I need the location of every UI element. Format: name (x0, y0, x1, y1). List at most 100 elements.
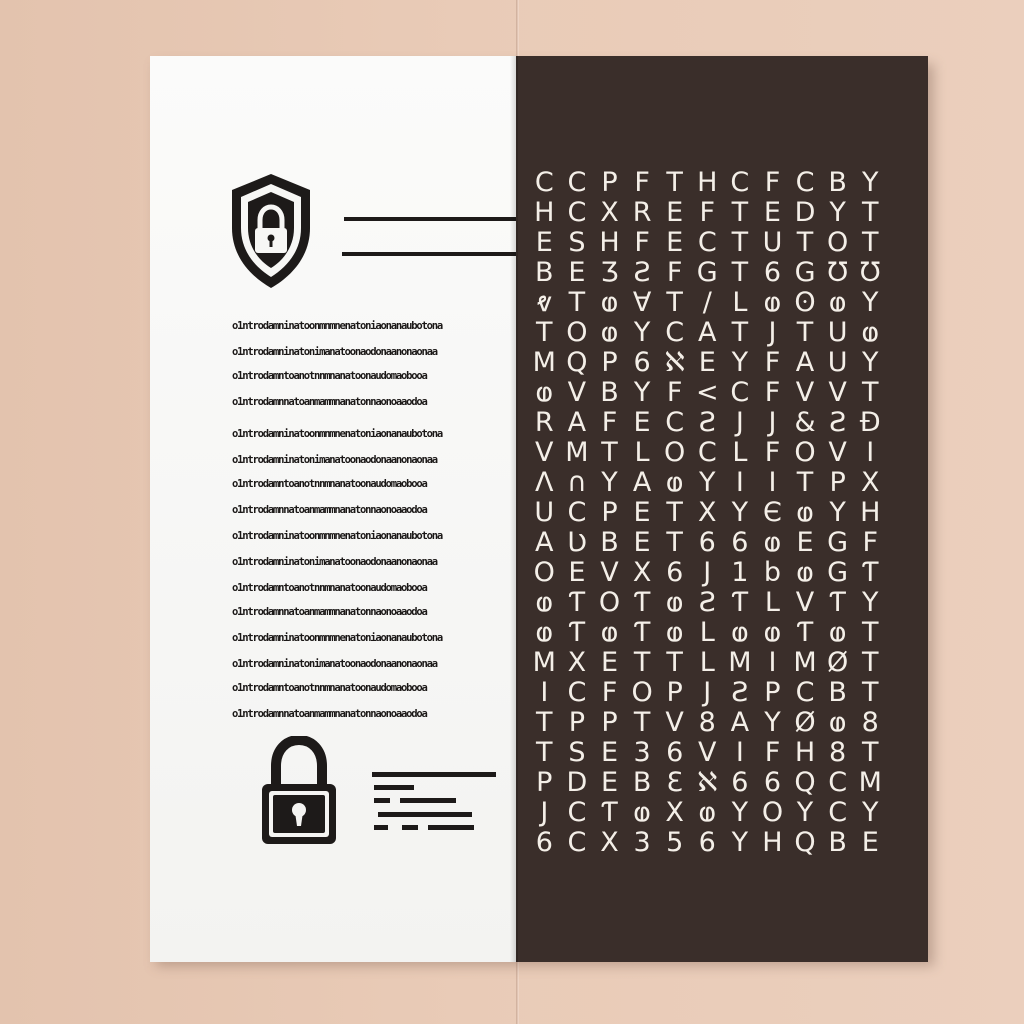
cipher-glyph: T (731, 318, 749, 348)
cipher-glyph: Y (861, 348, 879, 378)
cipher-glyph: M (728, 648, 752, 678)
cipher-glyph: R (632, 198, 652, 228)
cipher-glyph: 8 (698, 708, 716, 738)
cipher-glyph: Ƨ (731, 678, 749, 708)
cipher-glyph: 1 (731, 558, 749, 588)
cipher-glyph: B (600, 378, 619, 408)
cipher-glyph: ⱷ (763, 528, 782, 558)
redacted-fragment-6 (374, 825, 388, 830)
cipher-glyph: M (565, 438, 589, 468)
cipher-glyph: M (532, 648, 556, 678)
cipher-glyph: ⱷ (763, 288, 782, 318)
cipher-glyph: E (633, 498, 651, 528)
cipher-glyph: Q (794, 828, 816, 858)
cipher-glyph: Ʊ (827, 258, 848, 288)
cipher-glyph: Y (829, 498, 846, 528)
cipher-glyph: V (600, 558, 619, 588)
cipher-glyph: H (534, 198, 555, 228)
cipher-glyph: P (601, 708, 618, 738)
cipher-glyph: T (861, 618, 879, 648)
cipher-glyph: X (665, 798, 684, 828)
cipher-glyph: Ʌ (535, 468, 554, 498)
cipher-glyph: Ƨ (829, 408, 847, 438)
text-line: o1ntrodamninatoonmnmnenatoniaonanauboton… (232, 530, 443, 542)
cipher-glyph: V (567, 378, 587, 408)
cipher-glyph: C (567, 828, 587, 858)
cipher-glyph: Ƭ (731, 588, 749, 618)
cipher-glyph: C (697, 438, 717, 468)
cipher-glyph: 6 (763, 768, 782, 798)
cipher-glyph: C (730, 378, 750, 408)
cipher-glyph: T (633, 708, 651, 738)
cipher-glyph: Ƭ (829, 588, 846, 618)
cipher-glyph: T (666, 528, 683, 558)
redacted-fragment-1 (372, 772, 496, 777)
cipher-glyph: 8 (829, 738, 847, 768)
cipher-glyph: A (730, 708, 750, 738)
cipher-glyph: F (764, 438, 781, 468)
cipher-glyph: 3 (633, 738, 651, 768)
cipher-glyph: ⱴ (536, 288, 553, 318)
cipher-glyph: J (703, 558, 712, 588)
cipher-glyph: T (536, 708, 553, 738)
cipher-glyph: T (536, 318, 553, 348)
cipher-glyph: ⱷ (665, 468, 684, 498)
cipher-glyph: F (764, 168, 781, 198)
cipher-glyph: S (568, 228, 586, 258)
redacted-fragment-2 (374, 785, 414, 790)
cipher-glyph: J (703, 678, 712, 708)
cipher-glyph: P (666, 678, 683, 708)
cipher-glyph: S (568, 738, 586, 768)
text-line: o1ntrodamntoanotnnmnanatoonaudomaobooa (232, 682, 428, 694)
cipher-glyph: C (567, 168, 587, 198)
cipher-glyph: D (794, 198, 816, 228)
text-line: o1ntrodamntoanotnnmnanatoonaudomaobooa (232, 582, 428, 594)
cipher-glyph: U (534, 498, 555, 528)
cipher-glyph: Y (601, 468, 618, 498)
cipher-glyph: E (666, 198, 684, 228)
cipher-glyph: ℵ (697, 768, 718, 798)
cipher-glyph: B (632, 768, 652, 798)
redacted-fragment-5 (378, 812, 472, 817)
cipher-glyph: Ʊ (859, 258, 881, 288)
cipher-glyph: I (735, 738, 744, 768)
cipher-glyph: Ƨ (698, 588, 716, 618)
cipher-glyph: P (601, 348, 618, 378)
cipher-glyph: b (763, 558, 782, 588)
cipher-glyph: C (828, 768, 848, 798)
cipher-glyph: Ð (859, 408, 881, 438)
cipher-glyph: M (793, 648, 817, 678)
cipher-glyph: H (599, 228, 620, 258)
cipher-glyph: Ʒ (600, 258, 619, 288)
cipher-glyph: A (632, 468, 652, 498)
text-line: o1ntrodamninatoonmnmnenatoniaonanauboton… (232, 632, 443, 644)
cipher-glyph: V (698, 738, 717, 768)
cipher-glyph: 6 (698, 828, 716, 858)
cipher-glyph: 3 (633, 828, 651, 858)
cipher-glyph: E (763, 198, 781, 228)
cipher-glyph: P (829, 468, 846, 498)
cipher-glyph: < (695, 378, 719, 408)
cipher-glyph: Y (633, 318, 651, 348)
cipher-glyph: V (535, 438, 554, 468)
cipher-glyph: A (535, 528, 554, 558)
cipher-glyph: E (633, 528, 651, 558)
cipher-glyph: B (600, 528, 619, 558)
cipher-glyph: X (600, 828, 619, 858)
cipher-glyph: Y (731, 828, 749, 858)
cipher-glyph: Y (861, 798, 879, 828)
cipher-glyph: T (666, 168, 683, 198)
cipher-glyph: ʘ (794, 288, 816, 318)
cipher-glyph: ⱷ (600, 318, 619, 348)
cipher-glyph: E (568, 258, 586, 288)
cipher-glyph: B (828, 678, 847, 708)
cipher-glyph: Y (861, 168, 879, 198)
cipher-glyph: E (666, 228, 684, 258)
cipher-glyph: Y (861, 288, 879, 318)
cipher-glyph: F (699, 198, 716, 228)
cipher-glyph: T (861, 228, 879, 258)
cipher-glyph: T (731, 228, 749, 258)
cipher-glyph: ⱷ (730, 618, 749, 648)
cipher-glyph: C (795, 678, 815, 708)
cipher-glyph: F (634, 168, 650, 198)
